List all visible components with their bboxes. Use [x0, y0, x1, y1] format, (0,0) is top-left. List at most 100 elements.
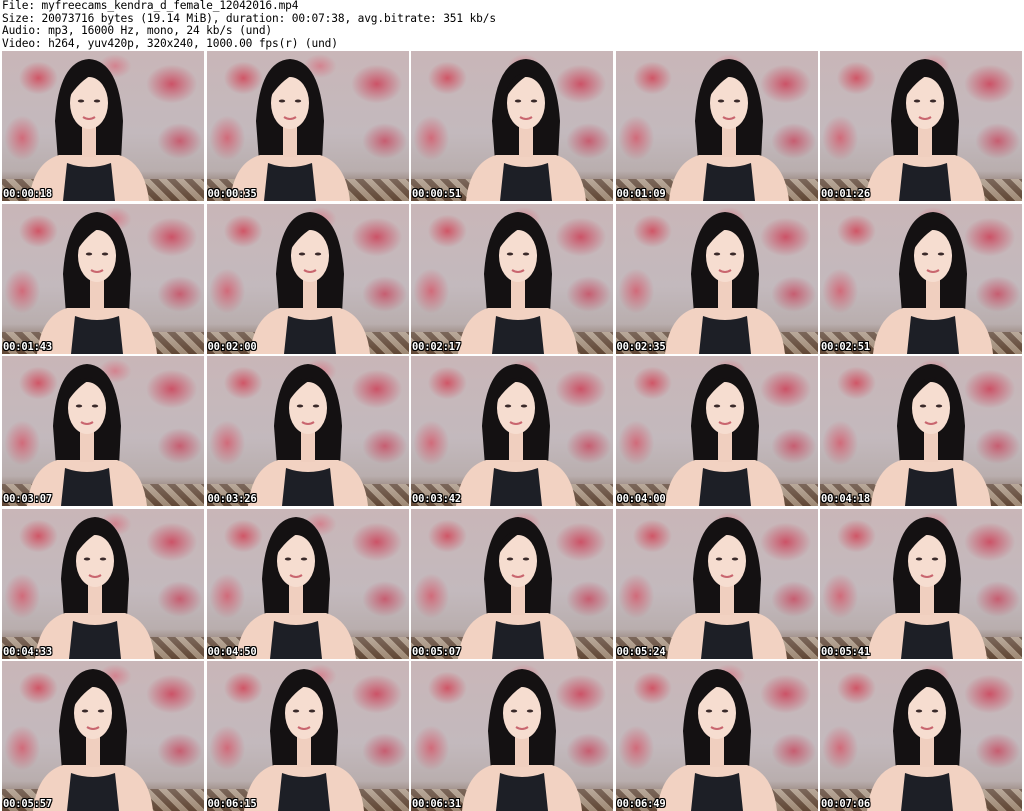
eye-shape — [312, 404, 319, 408]
eye-shape — [504, 404, 512, 408]
file-name-line: File: myfreecams_kendra_d_female_1204201… — [2, 0, 299, 12]
eye-shape — [733, 99, 740, 103]
eye-shape — [713, 252, 720, 255]
thumbnail-timestamp: 00:04:00 — [616, 493, 666, 505]
neck-shape — [920, 737, 934, 767]
neck-shape — [288, 584, 303, 615]
neck-shape — [88, 584, 102, 615]
top-shape — [71, 315, 123, 354]
thumbnail-timestamp: 00:01:09 — [616, 188, 666, 200]
top-shape — [263, 163, 316, 201]
eye-shape — [919, 404, 927, 408]
video-info-line: Video: h264, yuv420p, 320x240, 1000.00 f… — [2, 37, 338, 50]
thumbnail-image — [865, 59, 985, 201]
neck-shape — [90, 279, 104, 310]
eye-shape — [85, 252, 93, 255]
top-shape — [905, 468, 957, 506]
video-thumbnail: 00:01:26 — [820, 51, 1022, 201]
thumbnail-timestamp: 00:01:26 — [821, 188, 870, 200]
neck-shape — [296, 737, 311, 767]
thumbnail-timestamp: 00:04:50 — [207, 645, 257, 658]
thumbnail-image — [249, 211, 370, 354]
thumbnail-timestamp: 00:04:18 — [821, 493, 870, 505]
thumbnail-image — [458, 516, 578, 659]
thumbnail-image — [664, 211, 785, 354]
eye-shape — [506, 557, 514, 560]
thumbnail-image — [666, 516, 787, 659]
video-thumbnail: 00:03:26 — [206, 356, 409, 506]
thumbnail-timestamp: 00:06:49 — [616, 798, 666, 810]
eye-shape — [300, 557, 307, 560]
thumbnail-timestamp: 00:01:43 — [3, 340, 52, 353]
thumbnail-timestamp: 00:03:07 — [3, 493, 52, 505]
video-thumbnail: 00:04:33 — [2, 508, 204, 659]
eye-shape — [514, 99, 522, 103]
top-shape — [901, 773, 953, 811]
eye-shape — [278, 99, 285, 103]
top-shape — [901, 620, 953, 659]
thumbnail-image — [229, 59, 350, 201]
video-thumbnail: 00:00:18 — [2, 51, 204, 201]
video-info-header: File: myfreecams_kendra_d_female_1204201… — [2, 0, 1022, 50]
thumbnail-timestamp: 00:05:41 — [821, 645, 870, 658]
neck-shape — [924, 432, 938, 462]
video-thumbnail: 00:00:35 — [206, 51, 409, 201]
top-shape — [69, 620, 121, 659]
eye-shape — [731, 557, 738, 560]
thumbnail-timestamp: 00:00:18 — [3, 188, 52, 200]
eye-shape — [915, 557, 923, 560]
eye-shape — [530, 99, 538, 103]
neck-shape — [709, 737, 724, 767]
thumbnail-image — [466, 59, 586, 201]
video-thumbnail: 00:02:51 — [820, 203, 1022, 354]
thumbnail-image — [668, 59, 789, 201]
top-shape — [700, 620, 753, 659]
thumbnail-image — [247, 364, 368, 506]
eye-shape — [510, 709, 518, 713]
thumbnail-image — [664, 364, 785, 506]
top-shape — [283, 315, 336, 354]
top-shape — [269, 620, 322, 659]
eye-shape — [298, 252, 305, 255]
eye-shape — [705, 709, 712, 713]
thumbnail-image — [243, 669, 364, 811]
thumbnail-image — [235, 516, 356, 659]
thumbnail-timestamp: 00:02:51 — [821, 340, 870, 353]
eye-shape — [937, 252, 945, 255]
video-thumbnail: 00:06:31 — [411, 661, 613, 811]
eye-shape — [520, 404, 528, 408]
eye-shape — [77, 99, 85, 103]
video-thumbnail: 00:00:51 — [411, 51, 613, 201]
video-thumbnail: 00:04:50 — [206, 508, 409, 659]
neck-shape — [300, 432, 315, 462]
thumbnail-timestamp: 00:05:57 — [3, 798, 52, 810]
eye-shape — [93, 99, 101, 103]
thumbnail-image — [656, 669, 777, 811]
eye-shape — [296, 404, 303, 408]
top-shape — [61, 468, 113, 506]
video-thumbnail: 00:07:06 — [820, 661, 1022, 811]
video-thumbnail: 00:03:07 — [2, 356, 204, 506]
audio-info-line: Audio: mp3, 16000 Hz, mono, 24 kb/s (und… — [2, 25, 273, 37]
video-thumbnail: 00:05:41 — [820, 508, 1022, 659]
eye-shape — [729, 404, 736, 408]
thumbnail-timestamp: 00:03:42 — [412, 493, 461, 505]
neck-shape — [719, 584, 734, 615]
thumbnail-image — [871, 364, 991, 506]
top-shape — [698, 315, 751, 354]
neck-shape — [519, 127, 533, 157]
thumbnail-timestamp: 00:07:06 — [821, 798, 870, 810]
top-shape — [492, 620, 544, 659]
eye-shape — [308, 709, 315, 713]
eye-shape — [522, 557, 530, 560]
neck-shape — [721, 127, 736, 157]
thumbnail-image — [27, 364, 147, 506]
thumbnail-timestamp: 00:06:15 — [207, 798, 257, 810]
eye-shape — [91, 404, 99, 408]
eye-shape — [717, 99, 724, 103]
video-thumbnail: 00:04:00 — [615, 356, 818, 506]
thumbnail-timestamp: 00:02:00 — [207, 340, 257, 353]
thumbnail-timestamp: 00:00:35 — [207, 188, 257, 200]
top-shape — [490, 468, 542, 506]
eye-shape — [292, 709, 299, 713]
